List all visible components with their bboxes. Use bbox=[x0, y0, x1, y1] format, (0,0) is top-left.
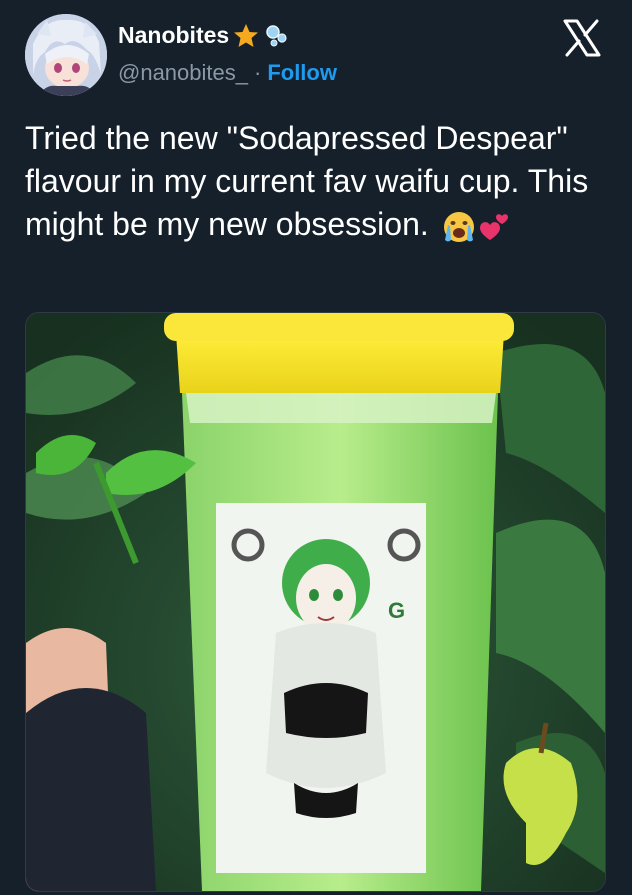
star-emoji-icon bbox=[234, 23, 259, 47]
follow-button[interactable]: Follow bbox=[267, 60, 337, 86]
tweet-media-photo[interactable]: G bbox=[25, 312, 606, 892]
author-handle[interactable]: @nanobites_ bbox=[118, 60, 248, 86]
x-logo-icon[interactable] bbox=[562, 18, 602, 58]
author-handle-row: @nanobites_ · Follow bbox=[118, 60, 337, 86]
tweet-body: Tried the new "Sodapressed Despear" flav… bbox=[25, 117, 605, 246]
separator-dot: · bbox=[253, 60, 262, 85]
author-name-row: Nanobites bbox=[118, 22, 289, 49]
two-hearts-emoji-icon bbox=[479, 213, 508, 240]
cup-photo: G bbox=[26, 313, 605, 891]
avatar[interactable] bbox=[25, 14, 107, 96]
display-name[interactable]: Nanobites bbox=[118, 22, 229, 49]
cup-logo-text: G bbox=[388, 598, 405, 623]
tweet-header: Nanobites @nanobites_ · Follow bbox=[0, 0, 632, 110]
bubbles-emoji-icon bbox=[266, 24, 287, 46]
crying-face-emoji-icon bbox=[443, 211, 474, 242]
avatar-image bbox=[25, 14, 107, 96]
